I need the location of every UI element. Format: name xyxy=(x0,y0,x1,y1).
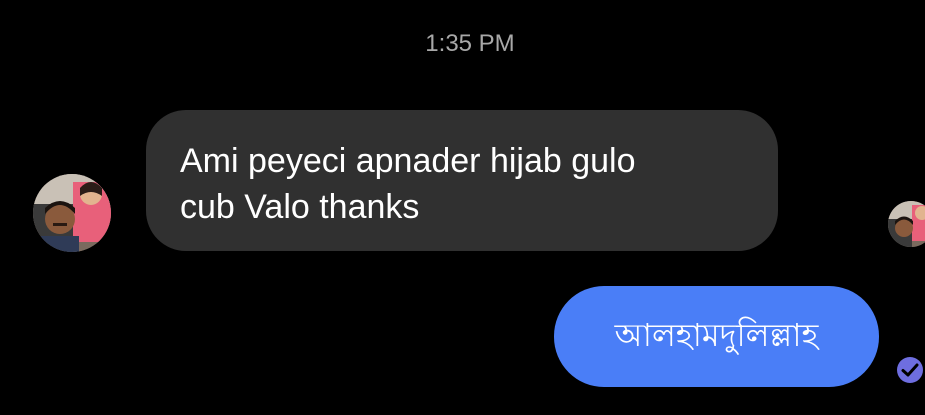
outgoing-message-bubble[interactable]: আলহামদুলিল্লাহ xyxy=(554,286,879,387)
sender-avatar[interactable] xyxy=(33,174,111,252)
sender-avatar-image xyxy=(33,174,111,252)
message-timestamp: 1:35 PM xyxy=(425,30,515,57)
outgoing-message-text: আলহামদুলিল্লাহ xyxy=(614,315,819,354)
incoming-message-line-1: Ami peyeci apnader hijab gulo xyxy=(180,142,636,180)
incoming-message-line-2: cub Valo thanks xyxy=(180,188,420,226)
seen-by-avatar xyxy=(888,201,925,247)
seen-by-avatar-image xyxy=(888,201,925,247)
check-circle-icon xyxy=(897,357,923,383)
incoming-message-bubble[interactable]: Ami peyeci apnader hijab gulo cub Valo t… xyxy=(146,110,778,251)
